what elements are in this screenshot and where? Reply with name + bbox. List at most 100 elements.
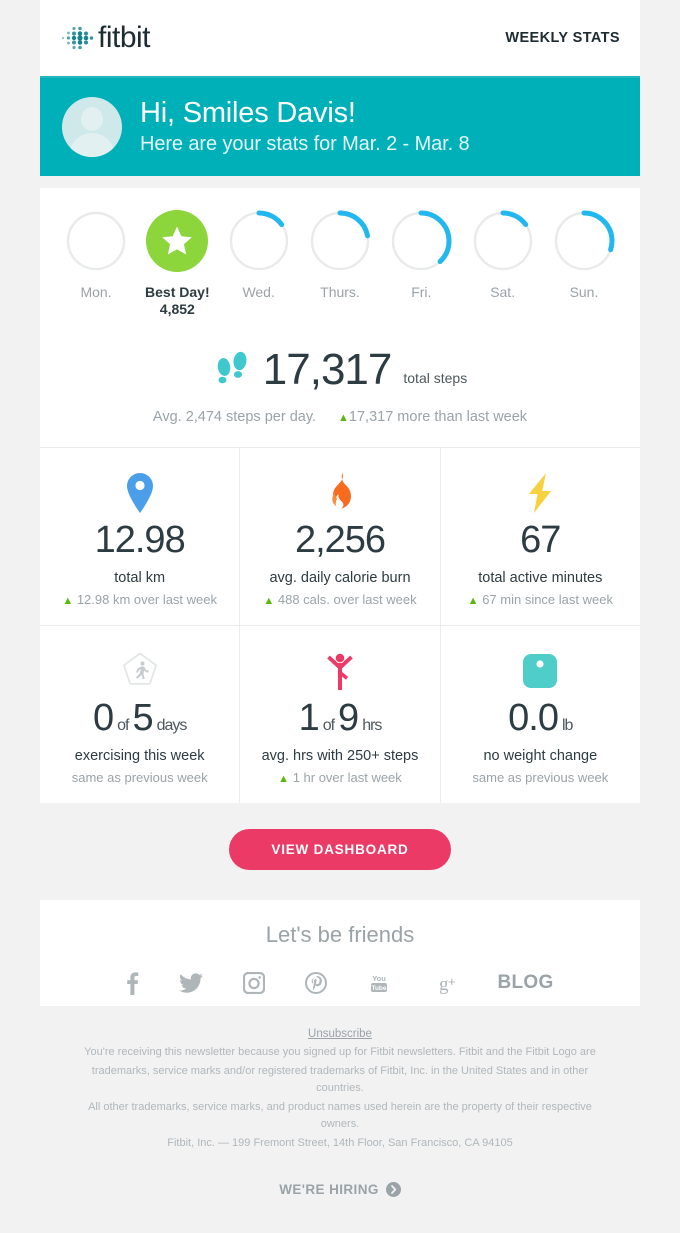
stat-value: 2,256 [294, 519, 386, 561]
we-are-hiring-link[interactable]: WE'RE HIRING [40, 1151, 640, 1233]
youtube-icon[interactable]: You Tube [367, 970, 391, 996]
steps-comparison-text: 17,317 more than last week [348, 409, 528, 425]
stat-label: exercising this week [74, 747, 205, 764]
stat-label: no weight change [483, 747, 598, 764]
star-icon [162, 226, 193, 255]
day-item: Thurs. [302, 210, 378, 317]
stat-connector: of [117, 716, 129, 734]
twitter-icon[interactable] [179, 970, 204, 996]
banner-gap [40, 176, 640, 188]
total-steps-value: 17,317 [262, 345, 393, 394]
hiring-label: WE'RE HIRING [279, 1181, 379, 1197]
stat-icon [447, 470, 634, 516]
stat-cell: 1 of 9 hrs avg. hrs with 250+ steps ▲ 1 hr ov… [239, 625, 439, 803]
greeting-subtitle: Here are your stats for Mar. 2 - Mar. 8 [140, 132, 470, 155]
stat-cell: 2,256 avg. daily calorie burn ▲ 488 cals. … [239, 448, 439, 625]
stat-label: total active minutes [478, 569, 603, 586]
stat-delta: same as previous week [447, 770, 634, 785]
active-person-icon [327, 653, 353, 690]
total-steps-block: 17,317 total steps Avg. 2,474 steps per … [40, 327, 640, 447]
stat-icon [447, 648, 634, 694]
avatar-body [69, 133, 115, 157]
day-progress-ring [228, 210, 290, 272]
best-day-steps: 4,852 [159, 301, 195, 317]
stat-delta-text: same as previous week [71, 769, 208, 785]
stat-value-row: 0.0 lb [447, 696, 634, 740]
stat-delta-text: 1 hr over last week [292, 769, 402, 785]
stat-label: total km [114, 569, 166, 586]
day-progress-ring [553, 210, 615, 272]
avatar [62, 97, 122, 157]
stat-value: 0 [92, 696, 114, 739]
svg-text:Tube: Tube [372, 985, 387, 992]
stat-value: 12.98 [94, 519, 186, 561]
chevron-right-circle-icon [385, 1181, 401, 1197]
stat-value-row: 1 of 9 hrs [246, 696, 433, 740]
stat-unit: hrs [362, 716, 382, 734]
stat-unit: days [156, 716, 188, 734]
stat-value: 0.0 [508, 696, 559, 739]
cta-band: VIEW DASHBOARD [40, 802, 640, 900]
weekly-days-row: Mon. Best Day! 4,852 Wed. Thurs. Fri. Sat. Sun. [40, 188, 640, 327]
stat-icon [246, 470, 433, 516]
view-dashboard-button[interactable]: VIEW DASHBOARD [229, 828, 451, 870]
day-label: Fri. [411, 284, 432, 300]
stat-value: 67 [520, 519, 561, 561]
stat-value-row: 0 of 5 days [46, 696, 233, 740]
best-day-badge [146, 210, 209, 272]
stat-unit: lb [562, 716, 573, 734]
social-icons-row: You Tube g + BLOG [40, 970, 640, 996]
stat-delta: same as previous week [46, 770, 233, 785]
stat-cell: 0.0 lb no weight change same as previous we… [439, 625, 640, 803]
exercise-shield-icon [122, 652, 157, 685]
up-triangle-icon: ▲ [278, 772, 290, 785]
stat-cell: 0 of 5 days exercising this week same as prev… [40, 626, 239, 803]
map-pin-icon [126, 473, 153, 513]
blog-link[interactable]: BLOG [497, 970, 553, 996]
day-label: Thurs. [320, 284, 360, 300]
stat-label: avg. daily calorie burn [269, 569, 411, 586]
day-progress-ring [309, 210, 371, 272]
day-item: Fri. [383, 210, 459, 317]
stat-delta: ▲ 67 min since last week [447, 592, 634, 607]
legal-line-1: You're receiving this newsletter because… [84, 1045, 596, 1058]
day-label: Sun. [569, 284, 599, 300]
steps-comparison: ▲17,317 more than last week [338, 409, 527, 425]
stat-value-row: 67 [447, 519, 634, 562]
day-label: Best Day! [145, 284, 210, 300]
stat-value-2: 9 [338, 696, 359, 739]
fitbit-dots-icon [61, 26, 94, 50]
fitbit-logo[interactable]: fitbit [60, 21, 151, 55]
stat-delta-text: 488 cals. over last week [277, 591, 417, 607]
stat-value-row: 12.98 [46, 519, 233, 562]
instagram-icon[interactable] [243, 970, 266, 996]
day-item: Mon. [58, 210, 134, 317]
up-triangle-icon: ▲ [62, 594, 74, 607]
stat-icon [46, 648, 233, 694]
stat-cell: 67 total active minutes ▲ 67 min since las… [439, 448, 640, 625]
stat-label: avg. hrs with 250+ steps [261, 747, 419, 764]
day-progress-ring [390, 210, 452, 272]
scale-icon [523, 653, 558, 688]
googleplus-icon[interactable]: g + [431, 970, 457, 996]
stat-delta: ▲ 488 cals. over last week [246, 592, 433, 607]
unsubscribe-link[interactable]: Unsubscribe [308, 1028, 372, 1040]
up-triangle-icon: ▲ [467, 594, 479, 607]
stat-delta-text: 67 min since last week [482, 591, 613, 607]
pinterest-icon[interactable] [305, 970, 328, 996]
stat-icon [46, 470, 233, 516]
email-page: fitbit WEEKLY STATS Hi, Smiles Davis! He… [0, 0, 680, 1233]
stats-row-1: 12.98 total km ▲ 12.98 km over last week 2,… [40, 448, 640, 625]
stat-value-row: 2,256 [246, 519, 433, 562]
day-progress-ring [472, 210, 534, 272]
stat-value: 1 [298, 696, 320, 739]
up-triangle-icon: ▲ [263, 594, 275, 607]
avatar-head [81, 107, 103, 131]
greeting-name: Hi, Smiles Davis! [140, 97, 356, 130]
stats-grid: 12.98 total km ▲ 12.98 km over last week 2,… [40, 447, 640, 803]
day-progress-ring [65, 210, 127, 272]
facebook-icon[interactable] [126, 970, 139, 996]
legal-line-3: All other trademarks, service marks, and… [88, 1100, 592, 1130]
weekly-stats-title: WEEKLY STATS [505, 30, 620, 46]
legal-line-2: trademarks, service marks and/or registe… [91, 1064, 589, 1094]
